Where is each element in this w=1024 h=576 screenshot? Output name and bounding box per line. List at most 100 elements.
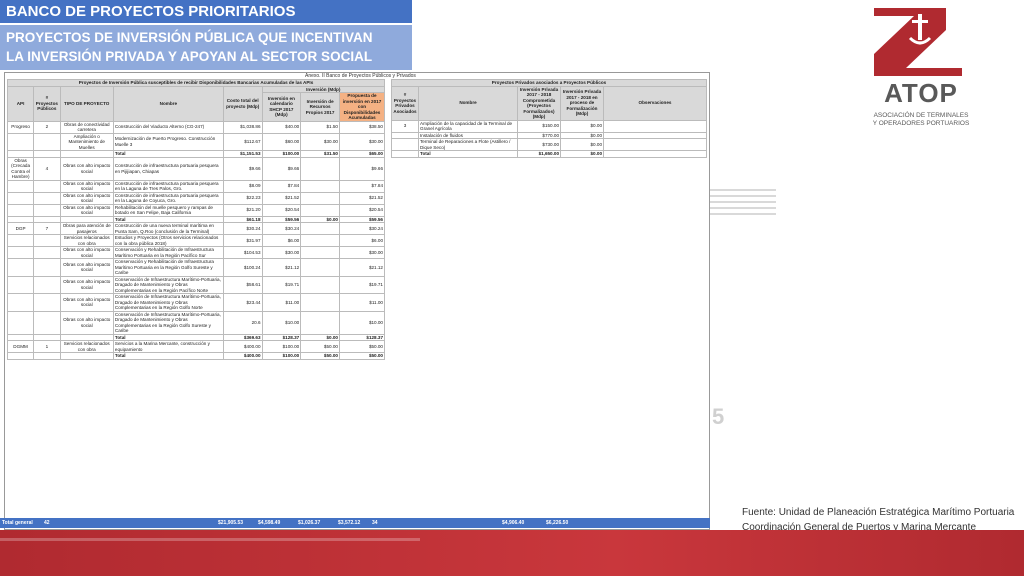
cell-propios: $50.00	[300, 340, 340, 353]
cell-nombre: Conservación de Infraestructura Marítimo…	[112, 310, 224, 335]
col-priv-num: # Proyectos Privados Asociados	[391, 85, 419, 121]
table-row: Ampliación o Mantenimiento de Muelles Mod…	[6, 132, 386, 151]
cell-propios	[300, 246, 340, 259]
cell-priv-proc: $0.00	[560, 150, 604, 158]
cell-costo: $112.67	[222, 132, 263, 151]
col-shcp: Inversión en calendario SHCP 2017 (Mdp)	[261, 92, 302, 122]
cell-shcp: $20.54	[261, 203, 302, 217]
private-projects-table: Proyectos Privados asociados a Proyectos…	[391, 79, 707, 158]
col-observaciones: Observaciones	[603, 85, 707, 121]
cell-nombre: Construcción del Viaducto Alterno (CG-24…	[112, 120, 224, 134]
logo-subtitle-line-2: Y OPERADORES PORTUARIOS	[872, 120, 970, 127]
cell-shcp: $21.52	[261, 191, 302, 205]
cell-n	[33, 275, 61, 294]
cell-n	[33, 246, 61, 259]
cell-prop: $9.66	[338, 156, 386, 181]
cell-costo: $31.97	[222, 234, 263, 247]
cell-costo: $100.24	[222, 258, 263, 277]
projects-table: Anexo. II Banco de Proyectos Públicos y …	[4, 72, 710, 530]
cell-n	[33, 310, 61, 335]
cell-propios: $1.50	[300, 120, 340, 134]
cell-shcp: $100.00	[261, 352, 302, 360]
cell-prop: $11.00	[338, 293, 386, 312]
logo-brand: ATOP	[884, 78, 958, 108]
page-number: 5	[712, 404, 725, 429]
cell-n	[33, 132, 61, 151]
cell-prop: $6.00	[338, 234, 386, 247]
cell-prop: $21.12	[338, 258, 386, 277]
cell-costo: $30.24	[222, 222, 263, 235]
cell-costo: $21.20	[222, 203, 263, 217]
col-priv-nombre: Nombre	[418, 85, 518, 121]
col-priv-proc: Inversión Privada 2017 - 2018 en proceso…	[560, 85, 604, 121]
cell-api	[6, 234, 35, 247]
cell-tipo: Obras con alto impacto social	[59, 179, 114, 193]
logo-subtitle-line-1: ASOCIACIÓN DE TERMINALES	[873, 112, 969, 119]
cell-prop: $7.84	[338, 179, 386, 193]
table-row: Obras con alto impacto social Construcció…	[6, 179, 386, 193]
cell-priv-nombre: Terminal de Reparaciones a Flote (Astill…	[418, 138, 518, 151]
table-row: DGP 7 Obras para atención de pasajeros Cons…	[6, 222, 386, 235]
cell-nombre: Construcción de infraestructura portuari…	[112, 156, 224, 181]
cell-nombre: Conservación de Infraestructura Marítimo…	[112, 293, 224, 312]
cell-nombre: Estudios y Proyectos (Otros servicios re…	[112, 234, 224, 247]
cell-tipo	[59, 352, 114, 360]
cell-nombre: Construcción de una nueva terminal marít…	[112, 222, 224, 235]
cell-n	[33, 293, 61, 312]
cell-nombre: Construcción de infraestructura portuari…	[112, 191, 224, 205]
cell-propios	[300, 234, 340, 247]
col-api: API	[6, 85, 35, 122]
col-tipo: TIPO DE PROYECTO	[59, 85, 114, 122]
cell-costo: $23.44	[222, 293, 263, 312]
cell-shcp: $30.24	[261, 222, 302, 235]
cell-api	[6, 352, 35, 360]
cell-tipo: Servicios relacionados con obra	[59, 340, 114, 353]
col-num-projects: # Proyectos Públicos	[33, 85, 61, 122]
cell-priv-n: 3	[391, 119, 419, 133]
cell-tipo: Obras con alto impacto social	[59, 258, 114, 277]
cell-api	[6, 293, 35, 312]
atop-emblem-icon	[874, 8, 962, 76]
grand-total-costo: $21,905.53	[218, 520, 244, 526]
table-row: Obras con alto impacto social Conservació…	[6, 275, 386, 294]
cell-shcp: $60.00	[261, 132, 302, 151]
grand-total-shcp: $4,598.49	[258, 520, 281, 526]
cell-n: 2	[33, 120, 61, 134]
cell-nombre: Modernización de Puerto Progreso. Constr…	[112, 132, 224, 151]
cell-api	[6, 179, 35, 193]
cell-propios	[300, 191, 340, 205]
col-propuesta: Propuesta de inversión en 2017 con Dispo…	[338, 92, 386, 122]
cell-shcp: $30.00	[261, 246, 302, 259]
cell-shcp: $6.00	[261, 234, 302, 247]
grand-total-propios: $1,026.37	[298, 520, 321, 526]
cell-propios	[300, 275, 340, 294]
table-row: Obras con alto impacto social Conservació…	[6, 246, 386, 259]
cell-api	[6, 275, 35, 294]
cell-costo: $9.66	[222, 156, 263, 181]
grand-total-row: Total general 42 $21,905.53 $4,598.49 $1…	[0, 518, 710, 528]
table-row: Servicios relacionados con obra Estudios …	[6, 234, 386, 247]
grand-total-priv-n: 34	[372, 520, 378, 526]
cell-n: 4	[33, 156, 61, 181]
cell-costo: $8.09	[222, 179, 263, 193]
cell-n	[33, 258, 61, 277]
grand-total-comp: $4,906.40	[502, 520, 525, 526]
cell-priv-n	[391, 150, 419, 158]
col-priv-comp: Inversión Privada 2017 - 2018 Comprometi…	[517, 85, 561, 121]
cell-tipo: Obras con alto impacto social	[59, 156, 114, 181]
cell-priv-obs	[603, 119, 707, 133]
grand-total-prop: $3,572.12	[338, 520, 361, 526]
private-row: Terminal de Reparaciones a Flote (Astill…	[391, 138, 707, 151]
cell-nombre: Total	[112, 352, 224, 360]
cell-n: 7	[33, 222, 61, 235]
cell-tipo: Obras con alto impacto social	[59, 310, 114, 335]
cell-tipo: Ampliación o Mantenimiento de Muelles	[59, 132, 114, 151]
cell-propios	[300, 203, 340, 217]
cell-prop: $21.52	[338, 191, 386, 205]
cell-shcp: $7.84	[261, 179, 302, 193]
table-row: Progreso 2 Obras de conectividad carretera…	[6, 120, 386, 134]
cell-tipo: Obras de conectividad carretera	[59, 120, 114, 134]
cell-api	[6, 258, 35, 277]
cell-costo: $400.00	[222, 352, 263, 360]
subtitle-line-1: PROYECTOS DE INVERSIÓN PÚBLICA QUE INCEN…	[6, 30, 373, 45]
